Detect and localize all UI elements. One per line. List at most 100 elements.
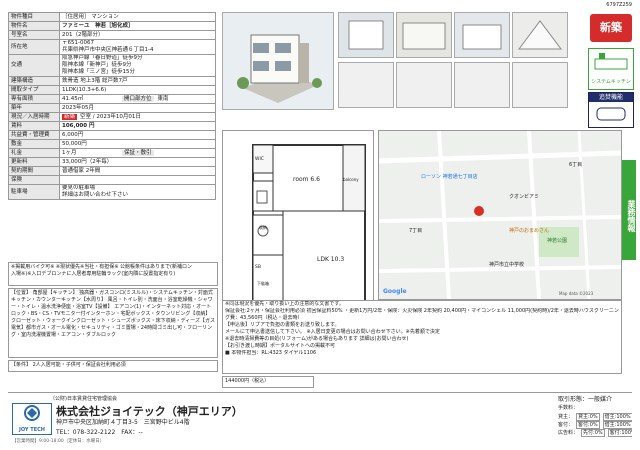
photo-5 [512,12,568,58]
room-label-sb: SB [255,265,261,270]
spec-row: 間取タイプ 1LDK(10.3+6.6) [8,85,216,95]
spec-value: 201（2階部分） [59,30,216,40]
new-build-badge: 新築 [590,14,632,42]
terms-cell: 客付:100% [607,429,632,437]
terms-row: 広告料：先付:0%客付:100% [558,429,632,437]
remarks-title: ※同は現況を優先・取り扱い上の注意的な文書です。 [225,301,344,307]
remarks-body: 保証会社:2ヶ月・保証会社利用必須 初回保証料50% ・更新1万円/2年・保険：… [225,308,619,349]
exterior-photo [222,12,334,110]
terms-cell: 借主:100% [602,421,632,429]
spec-label: 間取タイプ [8,85,60,95]
terms-title: 取引形態：一般媒介 [558,396,613,403]
spec-value: 50,000円 [59,139,216,149]
map-label-shop: 神戸のおまめさん [509,228,550,234]
room-label-storage: 収納 [259,225,267,230]
spec-label: 礼金 [8,148,60,158]
map-area[interactable]: ローソン 神若通七丁目店 クオンビアミ 神若公園 7丁目 6丁目 神戸市立中学校… [378,130,622,300]
spec-label: 現況／入居時期 [8,112,60,122]
remarks-box: ※同は現況を優先・取り扱い上の注意的な文書です。 保証会社:2ヶ月・保証会社利用… [222,300,622,374]
spec-label: 物件種目 [8,12,60,22]
room-label-wic: WIC [255,157,264,162]
spec-label: 賃料 [8,121,60,131]
spec-label: 専有面積 [8,94,60,104]
spec-label: 建築構造 [8,76,60,86]
map-attribution: Map data ©2023 [559,291,594,296]
new-badge: 新築 [62,113,78,120]
spec-row: 所在地 〒651-0067 兵庫県神戸市中央区神若通６丁目1-4 [8,39,216,55]
spec-row: 号室名 201（2階部分） [8,30,216,40]
spec-label: 号室名 [8,30,60,40]
terms-cell: 客付： [558,422,574,428]
footer-hours: 【営業時間】9:00-18:00（定休日：水曜日） [12,439,105,444]
room-label-bedroom: room 6.6 [293,176,320,183]
spec-value: 33,000円（2年毎） [59,157,216,167]
spec-row: 駐車場 要見の駐車場 詳細はお問い合わせ下さい [8,184,216,200]
spec-value-main: 1ヶ月 [62,149,77,156]
company-section: （公財)日本賃貸住宅管理協会 JOY TECH 株式会社ジョイテック（神戸エリア… [8,392,632,445]
property-spec-table: 物件種目 ［住居用］ マンション 物件名 ファミーユ 神若［旭化成］ 号室名 201（2階… [8,12,216,200]
spec-row: 更新料 33,000円（2年毎） [8,157,216,167]
spec-label: 保険 [8,175,60,185]
terms-cell: 貸主:0% [576,413,600,421]
map-label-school: 神戸市立中学校 [489,262,525,268]
terms-row: 貸主： 貸主:0% 借主:100% [558,413,632,421]
spec-extra-value: 東南 [157,95,169,102]
photo-8 [454,62,510,108]
google-logo: Google [383,288,407,295]
terms-box: 取引形態：一般媒介 手数料： 貸主： 貸主:0% 借主:100% 客付： 客付:0% 借主… [558,395,632,443]
terms-cell: 客付:0% [576,421,600,429]
map-label-lawson: ローソン 神若通七丁目店 [421,174,478,180]
terms-row: 客付： 客付:0% 借主:100% [558,421,632,429]
spec-label: 駐車場 [8,184,60,200]
spec-label: 交通 [8,54,60,77]
room-label-balcony: balcony [343,177,359,182]
spec-value: 41.45㎡ 開口部方位 東南 [59,94,216,104]
spec-value: 阪急神戸線「春日野道」徒歩9分 阪神本線「新神戸」徒歩9分 阪神本線「三ノ宮」徒… [59,54,216,77]
spec-value: 鉄骨造 地上3階 総戸数7戸 [59,76,216,86]
spec-value: 要見の駐車場 詳細はお問い合わせ下さい [59,184,216,200]
room-label-shoebox: 下駄箱 [257,281,269,286]
map-label-2: クオンビアミ [509,194,539,200]
spec-row: 敷金 50,000円 [8,139,216,149]
reheat-bath-badge: 追焚機能 [588,92,634,128]
spec-value: 6,000円 [59,130,216,140]
company-name: 株式会社ジョイテック（神戸エリア） [56,405,243,418]
spec-row: 保険 [8,175,216,185]
spec-label: 更新料 [8,157,60,167]
spec-label: 契約期間 [8,166,60,176]
spec-label: 共益費・管理費 [8,130,60,140]
spec-row: 物件名 ファミーユ 神若［旭化成］ [8,21,216,31]
spec-value-main: 空室 / 2023年10月01日 [80,113,141,120]
document-id: 6797Z259 [606,2,632,8]
equipment-box: 【位置】 角部屋【キッチン】 独高器・ガスコンロ(ミスルル)・システムキッチン・… [8,288,218,358]
spec-value: 普通借家 2年間 [59,166,216,176]
spec-value: 新築 空室 / 2023年10月01日 [59,112,216,122]
spec-row: 建築構造 鉄骨造 地上3階 総戸数7戸 [8,76,216,86]
spec-value: 2023年05月 [59,103,216,113]
photo-3 [396,12,452,58]
spec-row: 礼金 1ヶ月 保証・敷引 [8,148,216,158]
terms-cell: 借主:100% [602,413,632,421]
terms-cell: 広告料： [558,430,579,436]
spec-value [59,175,216,185]
spec-value-main: 41.45㎡ [62,95,84,102]
spec-row: 物件種目 ［住居用］ マンション [8,12,216,22]
spec-label: 物件名 [8,21,60,31]
spec-value: 1ヶ月 保証・敷引 [59,148,216,158]
notes-box: ※掲載用バイク可※ ※現状優先※当社・有担保※ 公館帳条件はありまで(新補ロン … [8,262,218,286]
spec-row: 現況／入居時期 新築 空室 / 2023年10月01日 [8,112,216,122]
photo-6 [338,62,394,108]
spec-value: 〒651-0067 兵庫県神戸市中央区神若通６丁目1-4 [59,39,216,55]
spec-label: 所在地 [8,39,60,55]
spec-row: 契約期間 普通借家 2年間 [8,166,216,176]
room-label-ldk: LDK 10.3 [317,256,345,263]
terms-cell: 貸主： [558,414,574,420]
spec-label: 築年 [8,103,60,113]
spec-extra-label: 開口部方位 [122,95,154,102]
terms-label: 手数料： [558,405,579,411]
sales-info-tab[interactable]: 業務情報 [622,160,636,260]
spec-value: ファミーユ 神若［旭化成］ [59,21,216,31]
spec-row: 賃料 106,000 円 [8,121,216,131]
photo-4 [454,12,510,58]
company-logo: JOY TECH [12,403,52,435]
